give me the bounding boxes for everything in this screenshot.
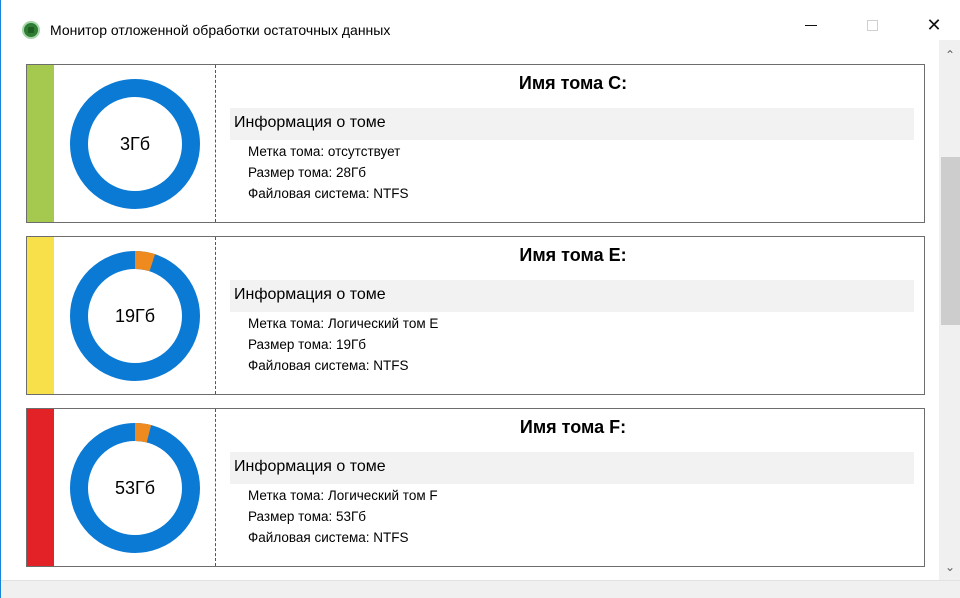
minimize-button[interactable] bbox=[788, 10, 834, 40]
volume-filesystem-line: Файловая система: NTFS bbox=[248, 530, 409, 545]
maximize-button[interactable] bbox=[849, 10, 895, 40]
app-window: Монитор отложенной обработки остаточных … bbox=[0, 0, 960, 598]
volume-size-line: Размер тома: 19Гб bbox=[248, 337, 367, 352]
volume-status-bar bbox=[27, 65, 54, 222]
volume-card: 3Гб Имя тома C: Информация о томе Метка … bbox=[26, 64, 925, 223]
card-divider bbox=[215, 409, 216, 566]
donut-center-label: 19Гб bbox=[114, 305, 156, 326]
volume-name: Имя тома F: bbox=[519, 417, 627, 437]
scroll-down-arrow-icon[interactable]: ⌄ bbox=[939, 556, 960, 578]
volume-info-header[interactable]: Информация о томе bbox=[230, 452, 914, 484]
donut-center-label: 53Гб bbox=[114, 477, 156, 498]
app-disk-icon bbox=[22, 21, 40, 39]
volume-label-line: Метка тома: отсутствует bbox=[248, 144, 401, 159]
scrollbar-thumb[interactable] bbox=[941, 157, 960, 325]
volume-filesystem-line: Файловая система: NTFS bbox=[248, 186, 409, 201]
volume-label-line: Метка тома: Логический том E bbox=[248, 316, 439, 331]
usage-chart: 3Гб bbox=[54, 65, 216, 222]
vertical-scrollbar[interactable]: ⌃ ⌄ bbox=[939, 40, 960, 580]
usage-chart: 19Гб bbox=[54, 237, 216, 394]
minimize-icon bbox=[805, 24, 817, 26]
volume-name: Имя тома C: bbox=[518, 73, 628, 93]
volume-size-line: Размер тома: 53Гб bbox=[248, 509, 367, 524]
window-title: Монитор отложенной обработки остаточных … bbox=[50, 22, 391, 38]
bottom-edge-bar bbox=[1, 580, 960, 598]
close-button[interactable]: ✕ bbox=[911, 10, 957, 40]
volume-filesystem-line: Файловая система: NTFS bbox=[248, 358, 409, 373]
maximize-icon bbox=[866, 19, 878, 31]
card-divider bbox=[215, 237, 216, 394]
volume-size-line: Размер тома: 28Гб bbox=[248, 165, 367, 180]
close-icon: ✕ bbox=[926, 14, 942, 36]
title-bar[interactable]: Монитор отложенной обработки остаточных … bbox=[1, 0, 960, 40]
scroll-up-arrow-icon[interactable]: ⌃ bbox=[939, 44, 960, 66]
volume-label-line: Метка тома: Логический том F bbox=[248, 488, 438, 503]
volume-info-header[interactable]: Информация о томе bbox=[230, 108, 914, 140]
card-divider bbox=[215, 65, 216, 222]
volume-info-header[interactable]: Информация о томе bbox=[230, 280, 914, 312]
volume-name: Имя тома E: bbox=[519, 245, 627, 265]
volume-status-bar bbox=[27, 237, 54, 394]
volume-card: 53Гб Имя тома F: Информация о томе Метка… bbox=[26, 408, 925, 567]
volume-card: 19Гб Имя тома E: Информация о томе Метка… bbox=[26, 236, 925, 395]
volume-status-bar bbox=[27, 409, 54, 566]
volume-list: 3Гб Имя тома C: Информация о томе Метка … bbox=[1, 40, 941, 580]
donut-center-label: 3Гб bbox=[119, 133, 151, 154]
usage-chart: 53Гб bbox=[54, 409, 216, 566]
